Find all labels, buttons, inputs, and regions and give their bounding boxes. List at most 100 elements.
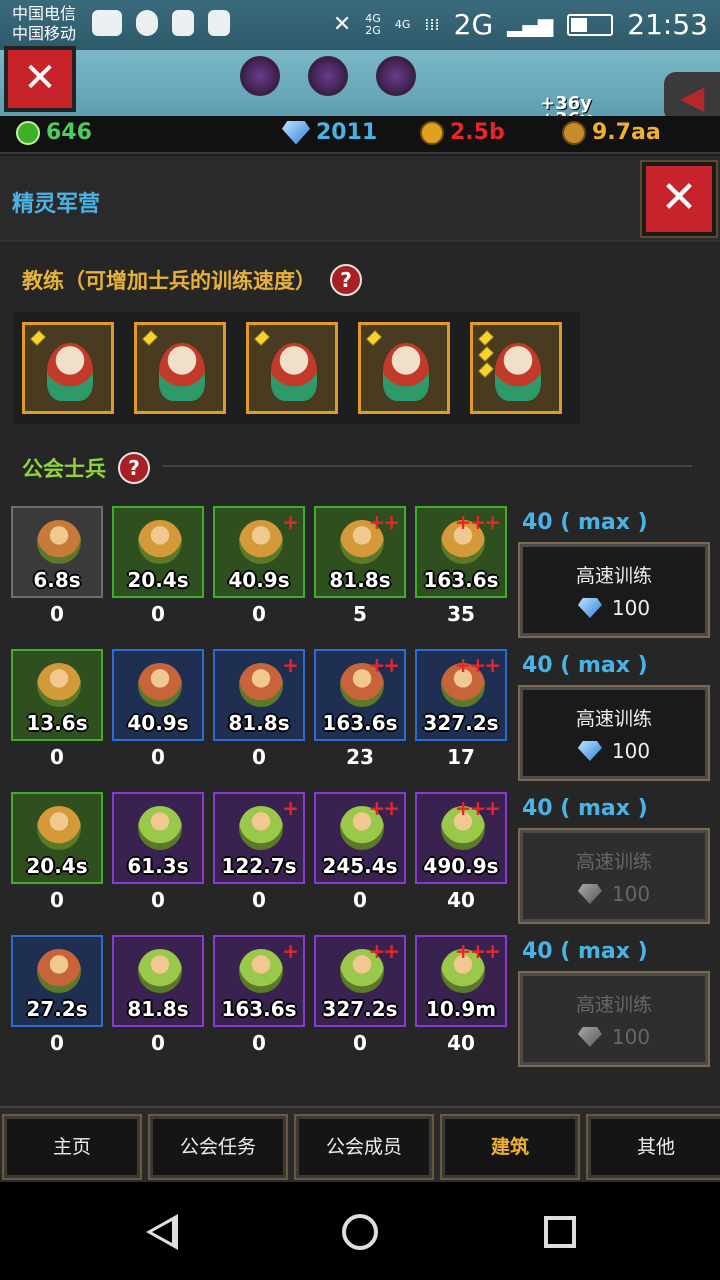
soldier-slot[interactable]: 13.6s [11, 649, 103, 741]
training-time: 81.8s [228, 711, 290, 735]
coach-slot[interactable] [358, 322, 450, 414]
soldier-count: 0 [50, 745, 64, 769]
soldier-slot[interactable]: 20.4s [112, 506, 204, 598]
coach-slot[interactable] [246, 322, 338, 414]
close-icon: ✕ [660, 172, 698, 223]
diamond-count: 2011 [316, 120, 378, 145]
soldier-slot[interactable]: +81.8s [213, 649, 305, 741]
soldier-slot[interactable]: 81.8s [112, 935, 204, 1027]
tab-0[interactable]: 主页 [2, 1114, 142, 1180]
upgrade-level-badge: +++ [454, 510, 501, 534]
help-icon: ? [340, 268, 352, 292]
diamond-icon [577, 741, 602, 761]
panel-close-button[interactable]: ✕ [640, 160, 718, 238]
carrier-labels: 中国电信 中国移动 [12, 4, 76, 44]
coach-slot[interactable] [134, 322, 226, 414]
fast-train-label: 高速训练 [575, 565, 652, 587]
coach-section-title: 教练（可增加士兵的训练速度） [22, 269, 316, 293]
coin-resource: 9.7aa [562, 120, 661, 145]
training-time: 27.2s [26, 997, 88, 1021]
soldier-portrait-icon [138, 663, 182, 707]
skill-orb-icon[interactable] [376, 56, 416, 96]
fast-train-button[interactable]: 高速训练 100 [518, 971, 710, 1067]
fast-train-cost: 100 [523, 882, 705, 906]
soldier-count: 0 [50, 602, 64, 626]
upgrade-level-badge: ++ [368, 653, 399, 677]
upgrade-level-badge: ++ [368, 796, 399, 820]
soldier-slot[interactable]: +++ 327.2s [415, 649, 507, 741]
tab-3[interactable]: 建筑 [440, 1114, 580, 1180]
training-time: 245.4s [322, 854, 398, 878]
soldier-count: 35 [447, 602, 475, 626]
coach-rank-gem-icon [478, 362, 494, 378]
notification-icons [92, 10, 230, 36]
nav-recents-icon[interactable] [544, 1216, 576, 1248]
panel-title: 精灵军营 [12, 192, 101, 217]
soldier-slot[interactable]: 61.3s [112, 792, 204, 884]
soldier-slot[interactable]: 40.9s [112, 649, 204, 741]
skill-orb-icon[interactable] [308, 56, 348, 96]
soldier-count: 0 [151, 602, 165, 626]
soldier-slot[interactable]: +++ 10.9m [415, 935, 507, 1027]
fast-train-button[interactable]: 高速训练 100 [518, 542, 710, 638]
training-time: 122.7s [221, 854, 297, 878]
close-icon: ✕ [23, 55, 57, 101]
soldier-count: 0 [252, 1031, 266, 1055]
carrier-1: 中国电信 [12, 4, 77, 23]
network-2g-small-label: 2G [365, 23, 381, 37]
training-time: 40.9s [127, 711, 189, 735]
soldier-slot[interactable]: 27.2s [11, 935, 103, 1027]
soldier-slot[interactable]: ++ 81.8s [314, 506, 406, 598]
soldier-slot[interactable]: +163.6s [213, 935, 305, 1027]
soldier-slot[interactable]: +122.7s [213, 792, 305, 884]
soldier-count: 0 [252, 602, 266, 626]
coach-help-button[interactable]: ? [330, 264, 362, 296]
coach-rank-gem-icon [478, 330, 494, 346]
status-bar: 中国电信 中国移动 ✕ 4G 2G 4G ⁞⁞⁞ 2G ▂▄▆ 21:53 [0, 0, 720, 50]
fast-train-button[interactable]: 高速训练 100 [518, 685, 710, 781]
signal-bars-icon: ▂▄▆ [507, 12, 554, 37]
collapse-arrow-button[interactable]: ◀ [664, 72, 720, 122]
green-gem-resource: 646 [16, 120, 92, 145]
soldier-grid: 6.8s 0 20.4s 0 +40.9s 0 ++ 81.8s 5 +++ 163.6s 35 40 … [0, 494, 720, 1074]
upgrade-level-badge: ++ [368, 510, 399, 534]
diamond-icon [282, 120, 310, 145]
game-close-button[interactable]: ✕ [4, 46, 76, 112]
soldier-portrait-icon [37, 949, 81, 993]
soldier-slot[interactable]: 6.8s [11, 506, 103, 598]
screen: 中国电信 中国移动 ✕ 4G 2G 4G ⁞⁞⁞ 2G ▂▄▆ 21:53 ◀ … [0, 0, 720, 1280]
soldier-slot[interactable]: ++ 327.2s [314, 935, 406, 1027]
tab-4[interactable]: 其他 [586, 1114, 720, 1180]
tab-2[interactable]: 公会成员 [294, 1114, 434, 1180]
upgrade-level-badge: + [282, 796, 299, 820]
nav-back-icon[interactable] [146, 1214, 178, 1250]
network-4g-stack: 4G 2G [365, 12, 381, 37]
training-time: 10.9m [425, 997, 497, 1021]
soldier-slot[interactable]: ++ 245.4s [314, 792, 406, 884]
fast-train-cost-value: 100 [611, 882, 651, 906]
soldier-portrait-icon [138, 949, 182, 993]
tab-1[interactable]: 公会任务 [148, 1114, 288, 1180]
coach-slot[interactable] [470, 322, 562, 414]
skill-orb-icon[interactable] [240, 56, 280, 96]
back-arrow-icon: ◀ [679, 78, 705, 116]
training-time: 6.8s [33, 568, 81, 592]
soldier-slot[interactable]: ++ 163.6s [314, 649, 406, 741]
soldier-slot[interactable]: +40.9s [213, 506, 305, 598]
soldier-slot[interactable]: +++ 163.6s [415, 506, 507, 598]
soldier-portrait-icon [138, 806, 182, 850]
training-time: 163.6s [221, 997, 297, 1021]
guild-help-button[interactable]: ? [118, 452, 150, 484]
soldier-slot[interactable]: 20.4s [11, 792, 103, 884]
coach-portrait-icon [159, 343, 205, 401]
guild-section-header: 公会士兵 ? [22, 452, 150, 484]
training-time: 163.6s [423, 568, 499, 592]
soldier-slot[interactable]: +++ 490.9s [415, 792, 507, 884]
coach-rank-gem-icon [30, 330, 46, 346]
fast-train-cost-value: 100 [611, 739, 651, 763]
carrier-2: 中国移动 [12, 24, 77, 43]
clock: 21:53 [627, 8, 708, 41]
coach-slot[interactable] [22, 322, 114, 414]
nav-home-icon[interactable] [342, 1214, 378, 1250]
fast-train-button[interactable]: 高速训练 100 [518, 828, 710, 924]
